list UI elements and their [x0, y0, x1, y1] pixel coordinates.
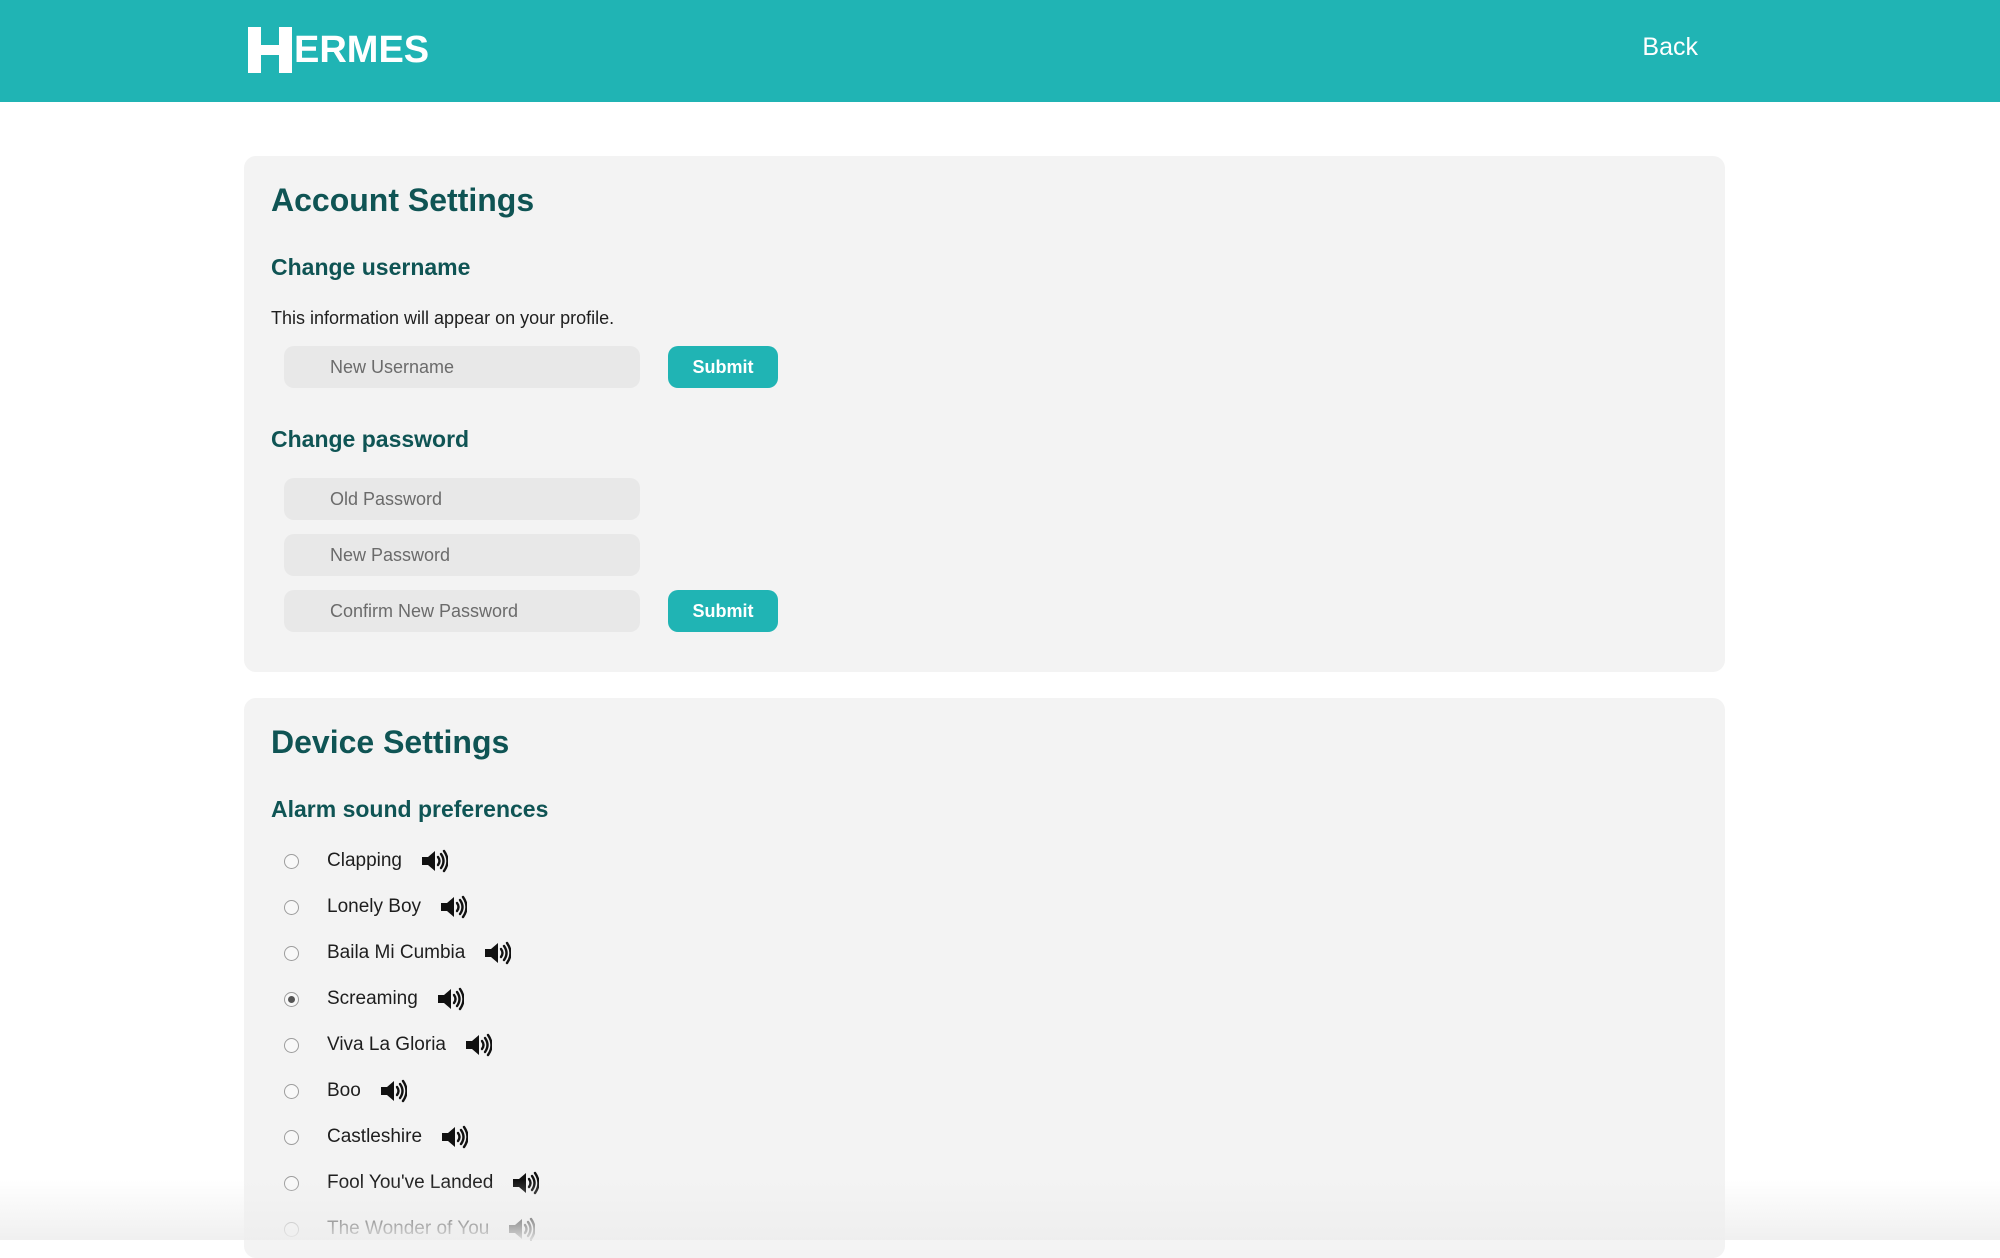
sound-radio-button[interactable] — [284, 1221, 299, 1237]
password-submit-button[interactable]: Submit — [668, 590, 778, 632]
logo-text: ERMES — [294, 29, 430, 71]
speaker-volume-icon[interactable] — [507, 1216, 537, 1242]
sound-label: Viva La Gloria — [327, 1034, 446, 1055]
alarm-sound-option[interactable]: Boo — [284, 1076, 408, 1106]
alarm-sound-option[interactable]: Clapping — [284, 846, 449, 876]
logo-h-mark — [248, 27, 292, 73]
change-username-heading: Change username — [271, 254, 471, 280]
speaker-volume-icon[interactable] — [440, 1124, 469, 1150]
sound-radio-button[interactable] — [284, 899, 299, 915]
sound-radio-button[interactable] — [284, 991, 299, 1007]
alarm-sound-option[interactable]: Screaming — [284, 984, 465, 1014]
sound-label: Baila Mi Cumbia — [327, 942, 466, 963]
sound-label: The Wonder of You — [327, 1218, 490, 1239]
account-settings-title: Account Settings — [271, 182, 535, 218]
sound-radio-button[interactable] — [284, 945, 299, 961]
confirm-new-password-input[interactable] — [284, 590, 640, 632]
hermes-logo[interactable]: ERMES — [248, 27, 429, 73]
speaker-volume-icon[interactable] — [439, 894, 468, 920]
top-bar: ERMES Back — [0, 0, 2000, 102]
username-helper-text: This information will appear on your pro… — [271, 308, 615, 328]
sound-radio-button[interactable] — [284, 853, 299, 869]
change-password-heading: Change password — [271, 426, 470, 452]
speaker-volume-icon[interactable] — [436, 986, 465, 1012]
sound-radio-button[interactable] — [284, 1083, 299, 1099]
new-password-input[interactable] — [284, 534, 640, 576]
sound-label: Lonely Boy — [327, 896, 422, 917]
alarm-sound-option[interactable]: Lonely Boy — [284, 892, 468, 922]
sound-radio-button[interactable] — [284, 1175, 299, 1191]
device-settings-card: Device Settings Alarm sound preferences … — [244, 698, 1725, 1258]
sound-label: Boo — [327, 1080, 361, 1101]
back-link[interactable]: Back — [1642, 33, 1698, 62]
sound-label: Screaming — [327, 988, 418, 1009]
sound-label: Fool You've Landed — [327, 1172, 494, 1193]
account-settings-card: Account Settings Change username This in… — [244, 156, 1725, 672]
sound-radio-button[interactable] — [284, 1129, 299, 1145]
sound-radio-button[interactable] — [284, 1037, 299, 1053]
username-submit-button[interactable]: Submit — [668, 346, 778, 388]
speaker-volume-icon[interactable] — [511, 1170, 541, 1196]
speaker-volume-icon[interactable] — [379, 1078, 408, 1104]
new-username-input[interactable] — [284, 346, 640, 388]
speaker-volume-icon[interactable] — [464, 1032, 493, 1058]
speaker-volume-icon[interactable] — [483, 940, 513, 966]
alarm-sound-option[interactable]: Viva La Gloria — [284, 1030, 493, 1060]
alarm-sound-option[interactable]: Castleshire — [284, 1122, 469, 1152]
device-settings-title: Device Settings — [271, 724, 510, 760]
alarm-sound-option[interactable]: Baila Mi Cumbia — [284, 938, 513, 968]
sound-label: Clapping — [327, 850, 402, 871]
old-password-input[interactable] — [284, 478, 640, 520]
alarm-sound-heading: Alarm sound preferences — [271, 796, 549, 822]
speaker-volume-icon[interactable] — [420, 848, 449, 874]
sound-label: Castleshire — [327, 1126, 423, 1147]
alarm-sound-option[interactable]: Fool You've Landed — [284, 1168, 541, 1198]
